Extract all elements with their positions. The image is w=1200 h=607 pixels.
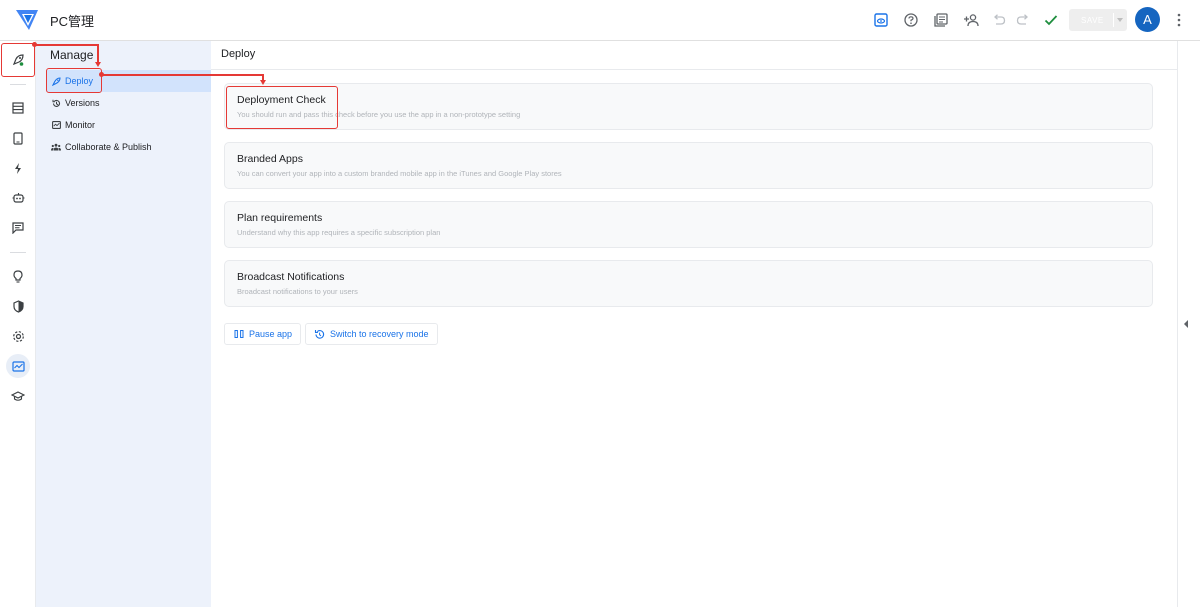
page-title: Deploy bbox=[221, 48, 256, 60]
group-icon bbox=[51, 142, 61, 152]
card-description: Understand why this app requires a speci… bbox=[237, 228, 441, 237]
nav-item-versions[interactable]: Versions bbox=[46, 92, 211, 114]
save-split-divider bbox=[1113, 13, 1114, 27]
rocket-icon bbox=[51, 76, 61, 86]
manage-panel: Manage Deploy Versions Monitor Collabora… bbox=[36, 41, 211, 607]
rail-divider bbox=[10, 84, 26, 85]
save-button[interactable]: SAVE bbox=[1069, 9, 1127, 31]
pause-icon bbox=[233, 329, 244, 340]
card-title: Deployment Check bbox=[237, 94, 326, 106]
security-icon[interactable] bbox=[6, 294, 30, 318]
appsheet-logo bbox=[16, 10, 38, 30]
recovery-mode-button[interactable]: Switch to recovery mode bbox=[305, 323, 438, 345]
add-user-icon[interactable] bbox=[960, 9, 982, 31]
chat-icon[interactable] bbox=[6, 216, 30, 240]
card-title: Plan requirements bbox=[237, 212, 323, 224]
views-icon[interactable] bbox=[6, 126, 30, 150]
nav-item-collaborate[interactable]: Collaborate & Publish bbox=[46, 136, 211, 158]
more-vert-icon[interactable] bbox=[1168, 9, 1190, 31]
learn-icon[interactable] bbox=[6, 384, 30, 408]
pause-app-button[interactable]: Pause app bbox=[224, 323, 302, 345]
automation-icon[interactable] bbox=[6, 156, 30, 180]
restore-icon bbox=[314, 329, 325, 340]
monitor-icon bbox=[51, 120, 61, 130]
nav-item-label: Versions bbox=[65, 98, 100, 108]
nav-item-label: Collaborate & Publish bbox=[65, 142, 152, 152]
card-description: You should run and pass this check befor… bbox=[237, 110, 521, 119]
rail-divider bbox=[10, 252, 26, 253]
card-deployment-check[interactable]: Deployment Check You should run and pass… bbox=[224, 83, 1153, 130]
nav-item-label: Deploy bbox=[65, 76, 94, 86]
save-dropdown-icon[interactable] bbox=[1117, 18, 1123, 22]
deploy-rocket-icon[interactable] bbox=[6, 48, 30, 72]
preview-icon[interactable] bbox=[870, 9, 892, 31]
card-plan-requirements[interactable]: Plan requirements Understand why this ap… bbox=[224, 201, 1153, 248]
top-bar: PC管理 SAVE A bbox=[0, 0, 1200, 41]
card-title: Broadcast Notifications bbox=[237, 271, 345, 283]
redo-icon[interactable] bbox=[1012, 9, 1034, 31]
left-rail bbox=[0, 41, 36, 607]
side-panel-toggle[interactable] bbox=[1177, 41, 1200, 607]
app-window: PC管理 SAVE A Manage Deploy Versions Monit… bbox=[0, 0, 1200, 607]
title-divider bbox=[211, 69, 1177, 70]
card-description: Broadcast notifications to your users bbox=[237, 287, 358, 296]
nav-item-monitor[interactable]: Monitor bbox=[46, 114, 211, 136]
app-title: PC管理 bbox=[50, 14, 95, 29]
recovery-mode-label: Switch to recovery mode bbox=[330, 329, 429, 339]
save-button-label: SAVE bbox=[1081, 15, 1104, 25]
card-description: You can convert your app into a custom b… bbox=[237, 169, 562, 178]
card-broadcast-notifications[interactable]: Broadcast Notifications Broadcast notifi… bbox=[224, 260, 1153, 307]
manage-panel-title: Manage bbox=[50, 48, 94, 62]
collapse-arrow-icon bbox=[1184, 320, 1188, 328]
help-icon[interactable] bbox=[900, 9, 922, 31]
avatar[interactable]: A bbox=[1135, 7, 1160, 32]
card-title: Branded Apps bbox=[237, 153, 303, 165]
bot-icon[interactable] bbox=[6, 186, 30, 210]
main-content: Deploy Deployment Check You should run a… bbox=[211, 41, 1177, 607]
nav-item-deploy[interactable]: Deploy bbox=[46, 70, 211, 92]
manage-icon[interactable] bbox=[6, 354, 30, 378]
data-icon[interactable] bbox=[6, 96, 30, 120]
pause-app-label: Pause app bbox=[249, 329, 293, 339]
undo-icon[interactable] bbox=[988, 9, 1010, 31]
checkmark-icon[interactable] bbox=[1040, 9, 1062, 31]
settings-icon[interactable] bbox=[6, 324, 30, 348]
intelligence-icon[interactable] bbox=[6, 264, 30, 288]
docs-icon[interactable] bbox=[930, 9, 952, 31]
card-branded-apps[interactable]: Branded Apps You can convert your app in… bbox=[224, 142, 1153, 189]
history-icon bbox=[51, 98, 61, 108]
nav-item-label: Monitor bbox=[65, 120, 96, 130]
